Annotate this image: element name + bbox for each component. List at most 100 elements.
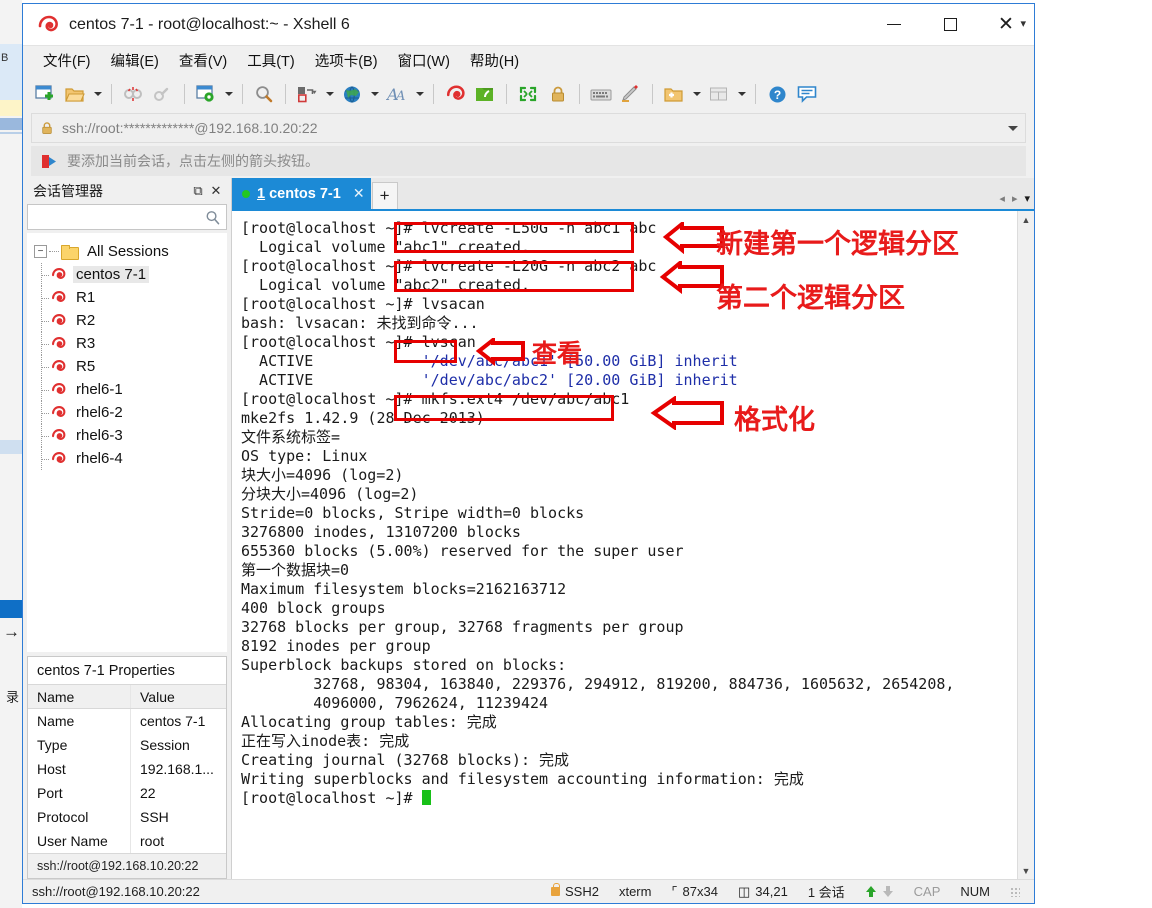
minimize-button[interactable] [866, 4, 922, 45]
status-num: NUM [960, 884, 990, 899]
xftp-icon[interactable] [471, 80, 499, 108]
menu-tabs[interactable]: 选项卡(B) [306, 47, 387, 74]
highlight-pen-icon[interactable] [617, 80, 645, 108]
menu-help[interactable]: 帮助(H) [461, 47, 528, 74]
terminal-scrollbar[interactable]: ▲ ▼ [1017, 211, 1034, 879]
tab-prev-icon[interactable]: ◂ [999, 192, 1005, 205]
toolbar-separator [579, 84, 580, 104]
layout-dropdown-icon[interactable] [735, 80, 748, 108]
scrollbar-track[interactable] [1017, 228, 1034, 862]
collapse-icon[interactable]: − [34, 245, 47, 258]
session-item-rhel6-4[interactable]: rhel6-4 [28, 447, 226, 470]
property-name: Type [28, 733, 131, 757]
layout-icon[interactable] [705, 80, 733, 108]
scroll-down-icon[interactable]: ▼ [1018, 862, 1035, 879]
tree-line [41, 263, 50, 286]
browser-dropdown-icon[interactable] [368, 80, 381, 108]
terminal-text: 文件系统标签= [241, 428, 341, 446]
add-to-folder-icon[interactable] [660, 80, 688, 108]
terminal-line: 8192 inodes per group [241, 637, 1017, 656]
address-bar[interactable]: ssh://root:*************@192.168.10.20:2… [31, 113, 1026, 143]
property-name: User Name [28, 829, 131, 853]
properties-rows: Name centos 7-1 Type Session Host 192.168.1..… [28, 709, 226, 853]
xshell-session-icon [52, 268, 66, 279]
keyboard-icon[interactable] [587, 80, 615, 108]
scroll-up-icon[interactable]: ▲ [1018, 211, 1035, 228]
terminal-line: [root@localhost ~]# [241, 789, 1017, 808]
property-row: Port 22 [28, 781, 226, 805]
tab-close-icon[interactable]: ✕ [353, 185, 365, 202]
pin-icon[interactable]: ⧉ [189, 182, 207, 200]
status-size-label: 87x34 [682, 884, 718, 899]
terminal-text: 3276800 inodes, 13107200 blocks [241, 523, 521, 541]
property-name: Protocol [28, 805, 131, 829]
feedback-icon[interactable] [793, 80, 821, 108]
transfer-dropdown-icon[interactable] [323, 80, 336, 108]
session-item-r2[interactable]: R2 [28, 309, 226, 332]
help-icon[interactable]: ? [763, 80, 791, 108]
xshell-icon[interactable] [441, 80, 469, 108]
status-terminal-type: xterm [618, 884, 652, 899]
session-tree-root[interactable]: − All Sessions [28, 240, 226, 263]
session-properties-dropdown-icon[interactable] [222, 80, 235, 108]
browser-icon[interactable] [338, 80, 366, 108]
new-tab-button[interactable]: + [371, 182, 398, 209]
add-to-folder-dropdown-icon[interactable] [690, 80, 703, 108]
session-item-centos-7-1[interactable]: centos 7-1 [28, 263, 226, 286]
tab-list-icon[interactable]: ▾ [1024, 192, 1030, 205]
title-bar: centos 7-1 - root@localhost:~ - Xshell 6… [23, 4, 1034, 45]
open-folder-dropdown-icon[interactable] [91, 80, 104, 108]
menu-tools[interactable]: 工具(T) [238, 47, 304, 74]
terminal-text: Superblock backups stored on blocks: [241, 656, 567, 674]
property-value: SSH [140, 809, 169, 825]
status-cap: CAP [913, 884, 941, 899]
tree-line [41, 424, 50, 447]
maximize-button[interactable] [922, 4, 978, 45]
disconnect-icon[interactable] [119, 80, 147, 108]
session-item-label: rhel6-4 [76, 450, 123, 467]
toolbar-separator [433, 84, 434, 104]
session-item-rhel6-1[interactable]: rhel6-1 [28, 378, 226, 401]
link-icon[interactable] [149, 80, 177, 108]
transfer-icon[interactable] [293, 80, 321, 108]
session-item-r3[interactable]: R3 [28, 332, 226, 355]
xshell-session-icon [52, 383, 66, 394]
font-dropdown-icon[interactable] [413, 80, 426, 108]
session-item-rhel6-3[interactable]: rhel6-3 [28, 424, 226, 447]
terminal-line: Superblock backups stored on blocks: [241, 656, 1017, 675]
session-search-input[interactable] [27, 204, 227, 230]
terminal-output[interactable]: [root@localhost ~]# lvcreate -L50G -n ab… [232, 211, 1017, 879]
background-arrow-glyph: ↑ [3, 630, 22, 639]
lock-icon[interactable] [544, 80, 572, 108]
properties-header-name: Name [28, 685, 131, 708]
resize-grip[interactable] [1000, 886, 1034, 897]
xshell-window: centos 7-1 - root@localhost:~ - Xshell 6… [22, 3, 1035, 904]
tab-centos-7-1[interactable]: 1 centos 7-1 ✕ [232, 178, 371, 209]
tab-next-icon[interactable]: ▸ [1012, 192, 1018, 205]
close-panel-icon[interactable]: ✕ [207, 182, 225, 200]
terminal-text: 4096000, 7962624, 11239424 [241, 694, 549, 712]
menu-view[interactable]: 查看(V) [170, 47, 236, 74]
session-item-rhel6-2[interactable]: rhel6-2 [28, 401, 226, 424]
open-folder-icon[interactable] [61, 80, 89, 108]
session-properties-icon[interactable] [192, 80, 220, 108]
menu-edit[interactable]: 编辑(E) [102, 47, 168, 74]
search-icon [205, 210, 220, 225]
chevron-down-icon[interactable] [1008, 114, 1018, 142]
terminal-line: [root@localhost ~]# mkfs.ext4 /dev/abc/a… [241, 390, 1017, 409]
terminal-text: [root@localhost ~]# [241, 789, 422, 807]
menu-file[interactable]: 文件(F) [34, 47, 100, 74]
session-item-r5[interactable]: R5 [28, 355, 226, 378]
new-session-icon[interactable] [31, 80, 59, 108]
background-window-highlight [0, 100, 22, 116]
font-icon[interactable]: A A [383, 80, 411, 108]
fullscreen-icon[interactable] [514, 80, 542, 108]
property-row: Type Session [28, 733, 226, 757]
terminal-text: ACTIVE [241, 352, 422, 370]
session-item-r1[interactable]: R1 [28, 286, 226, 309]
menu-window[interactable]: 窗口(W) [389, 47, 459, 74]
toolbar-overflow-icon[interactable]: ▾ [1020, 4, 1026, 42]
find-icon[interactable] [250, 80, 278, 108]
terminal-text: 8192 inodes per group [241, 637, 431, 655]
terminal-text: [root@localhost ~]# lvscan [241, 333, 476, 351]
